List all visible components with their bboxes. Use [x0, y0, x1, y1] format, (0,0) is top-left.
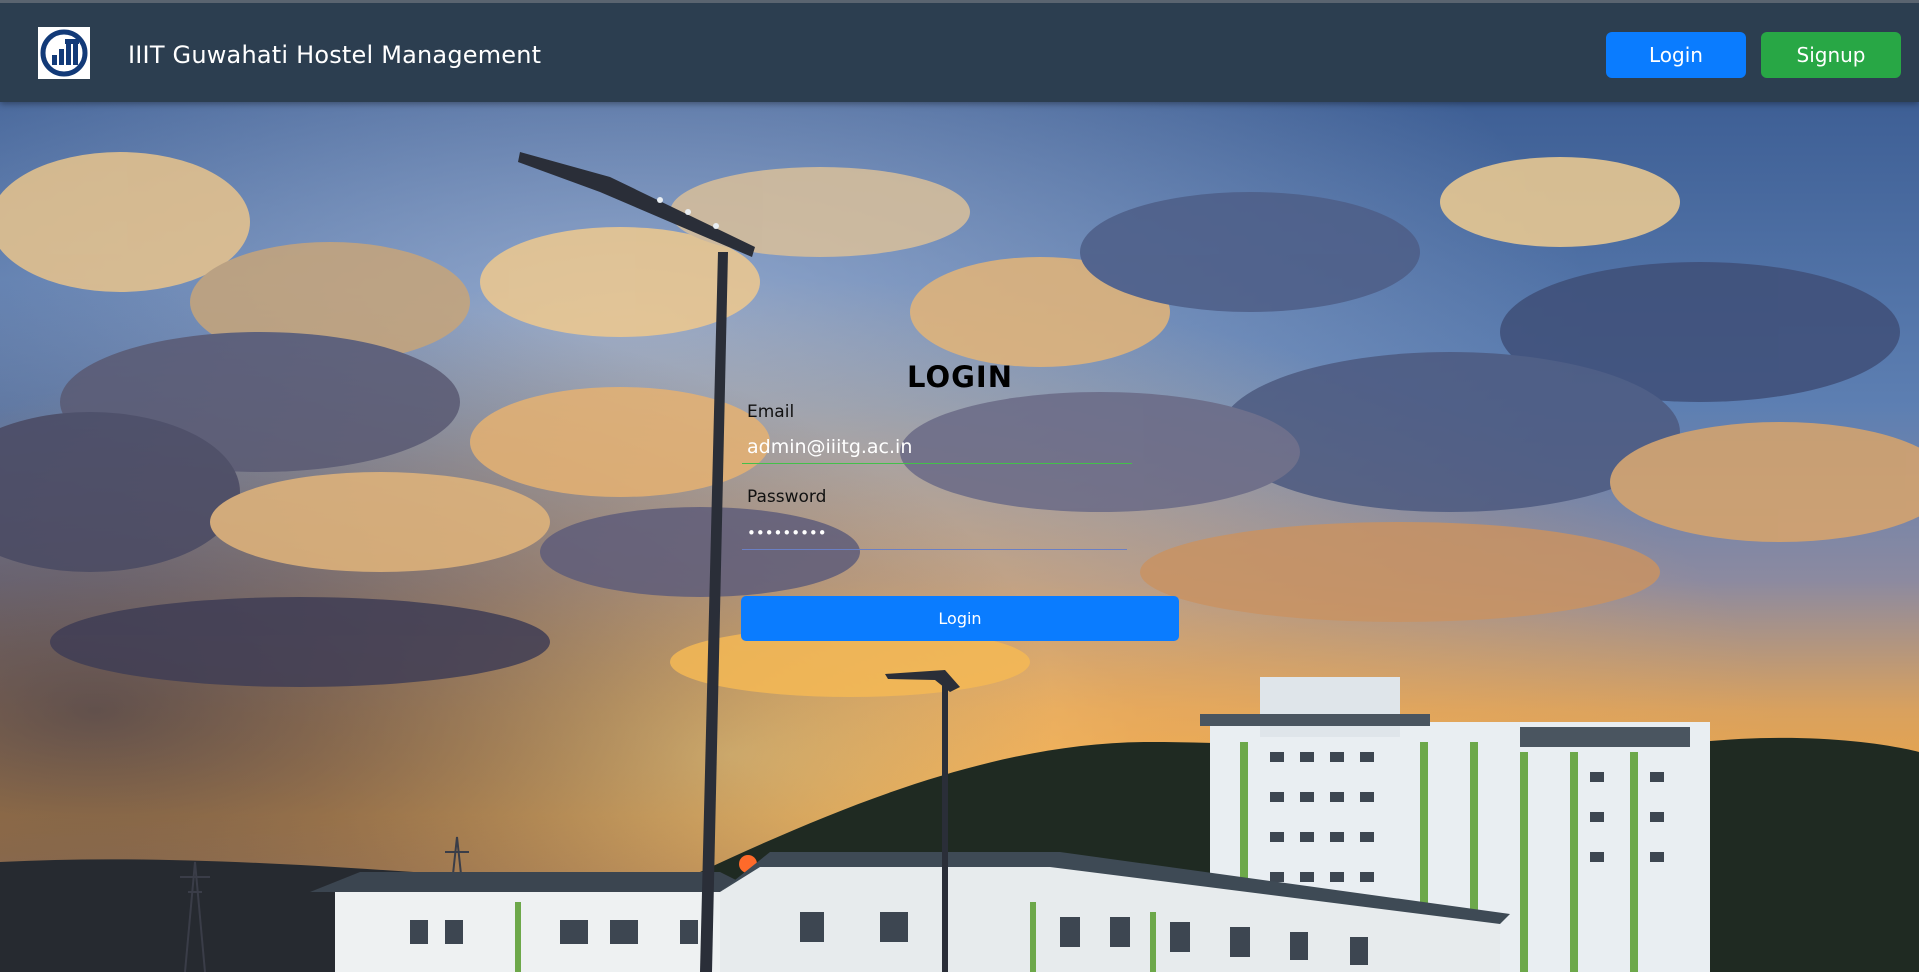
brand-title[interactable]: IIIT Guwahati Hostel Management	[128, 41, 541, 69]
login-title: LOGIN	[907, 360, 1013, 394]
login-submit-button[interactable]: Login	[741, 596, 1179, 641]
navbar: IIIT Guwahati Hostel Management Login Si…	[0, 0, 1919, 102]
iiitg-logo-icon[interactable]	[38, 27, 90, 79]
login-page: IIIT Guwahati Hostel Management Login Si…	[0, 0, 1919, 972]
password-input[interactable]	[742, 516, 1127, 550]
password-label: Password	[747, 487, 827, 507]
email-label: Email	[747, 402, 795, 422]
nav-signup-button[interactable]: Signup	[1761, 32, 1901, 78]
email-input[interactable]	[742, 430, 1132, 464]
nav-login-button[interactable]: Login	[1606, 32, 1746, 78]
